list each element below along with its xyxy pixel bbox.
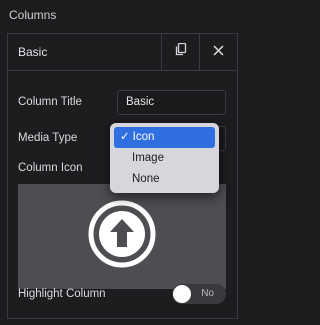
column-title-label: Column Title bbox=[18, 96, 82, 108]
remove-button[interactable] bbox=[199, 34, 237, 70]
highlight-column-toggle[interactable]: No bbox=[172, 284, 226, 304]
column-item-title: Basic bbox=[18, 45, 48, 59]
arrow-up-circle-icon bbox=[87, 199, 157, 274]
media-option-none[interactable]: None bbox=[114, 169, 215, 190]
highlight-column-label: Highlight Column bbox=[18, 288, 106, 300]
media-type-dropdown: ✓ Icon Image None bbox=[110, 123, 219, 193]
section-title: Columns bbox=[9, 8, 57, 22]
toggle-knob bbox=[173, 285, 191, 303]
close-icon bbox=[213, 43, 224, 61]
checkmark-icon: ✓ bbox=[120, 131, 130, 143]
icon-picker[interactable] bbox=[18, 184, 226, 289]
column-title-input[interactable]: Basic bbox=[117, 90, 226, 115]
option-label: Icon bbox=[132, 131, 155, 143]
column-icon-label: Column Icon bbox=[18, 162, 83, 174]
copy-icon bbox=[175, 42, 187, 61]
duplicate-button[interactable] bbox=[161, 34, 199, 70]
option-label: Image bbox=[132, 152, 164, 164]
toggle-state-text: No bbox=[201, 288, 214, 299]
media-option-icon[interactable]: ✓ Icon bbox=[114, 127, 215, 148]
media-type-label: Media Type bbox=[18, 132, 78, 144]
option-label: None bbox=[132, 173, 160, 185]
media-option-image[interactable]: Image bbox=[114, 148, 215, 169]
column-item-header[interactable]: Basic bbox=[8, 34, 237, 71]
